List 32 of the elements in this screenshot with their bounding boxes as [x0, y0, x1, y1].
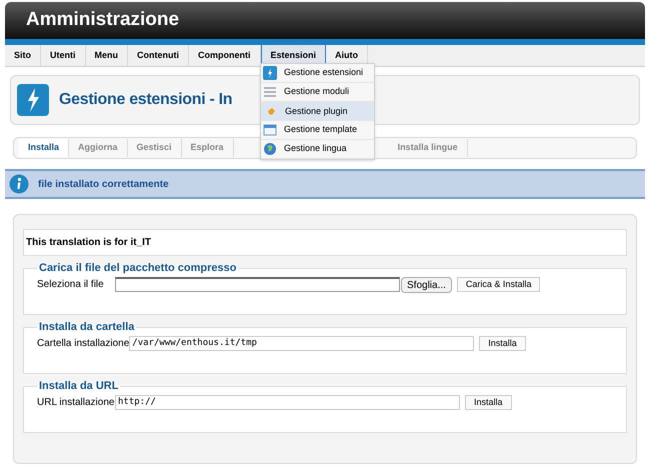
- browse-button[interactable]: Sfoglia...: [401, 276, 452, 292]
- dropdown-item[interactable]: Gestione template: [261, 121, 374, 140]
- install-button[interactable]: Carica & Installa: [456, 277, 540, 292]
- message-text: file installato correttamente: [38, 178, 169, 192]
- field-label: URL installazione: [37, 396, 115, 410]
- lightning-icon: [17, 84, 49, 116]
- field-label: Seleziona il file: [37, 278, 105, 292]
- tab[interactable]: Installa: [19, 139, 70, 157]
- lightning-icon: [263, 66, 277, 80]
- note-text: This translation is for it_IT: [26, 236, 152, 250]
- menu-item[interactable]: Contenuti: [128, 45, 189, 66]
- menu-item[interactable]: Sito: [5, 45, 41, 66]
- field-label: Cartella installazione: [37, 336, 130, 350]
- path-field[interactable]: http://: [115, 394, 460, 410]
- dropdown-item[interactable]: Gestione estensioni: [261, 64, 374, 83]
- info-icon: [9, 174, 29, 194]
- dropdown-item[interactable]: Gestione lingua: [261, 140, 374, 159]
- window-icon: [263, 123, 277, 137]
- path-field[interactable]: /var/www/enthous.it/tmp: [129, 336, 474, 350]
- section-legend: Carica il file del pacchetto compresso: [37, 260, 238, 276]
- list-icon: [263, 85, 277, 99]
- install-button[interactable]: Installa: [465, 394, 512, 410]
- install-button[interactable]: Installa: [479, 336, 526, 350]
- app-title: Amministrazione: [26, 8, 180, 32]
- dropdown-item[interactable]: Gestione plugin: [261, 102, 374, 121]
- file-field[interactable]: [115, 277, 400, 292]
- globe-icon: [263, 142, 277, 156]
- section-legend: Installa da URL: [37, 378, 120, 394]
- page-title: Gestione estensioni - In: [59, 90, 232, 110]
- section-legend: Installa da cartella: [37, 319, 136, 336]
- menu-item[interactable]: Utenti: [41, 45, 86, 66]
- menu-item[interactable]: Menu: [86, 45, 128, 66]
